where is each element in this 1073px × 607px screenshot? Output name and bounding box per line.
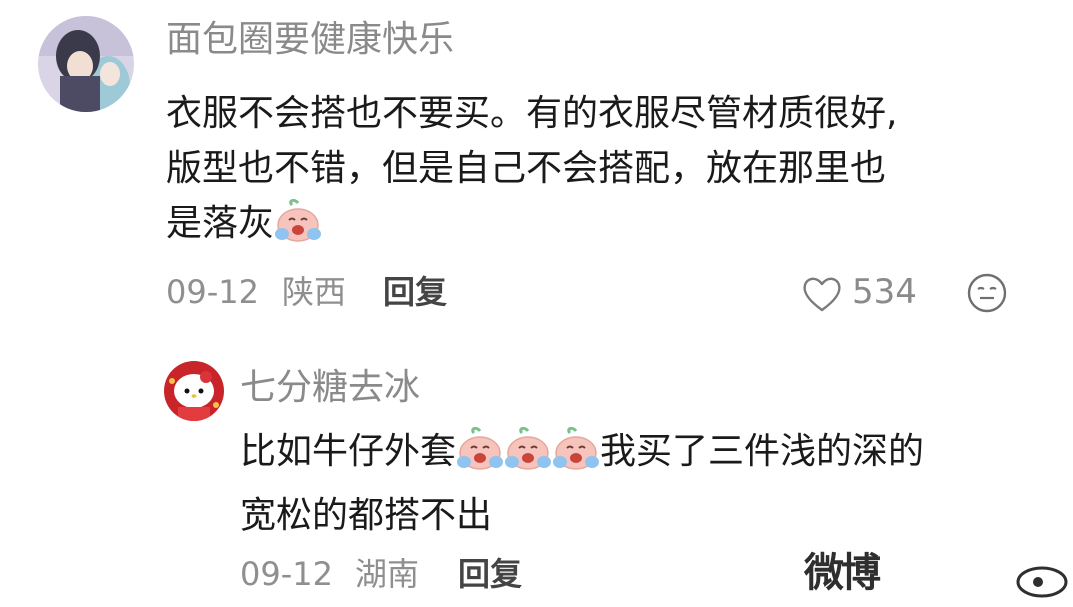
reply-date: 09-12 <box>240 555 333 593</box>
comment-text-last: 是落灰 <box>166 203 275 244</box>
like-count: 534 <box>852 272 917 312</box>
crying-peach-emoji-icon <box>504 426 552 488</box>
crying-peach-emoji-icon <box>456 426 504 488</box>
comment-text-line: 衣服不会搭也不要买。有的衣服尽管材质很好, <box>166 93 898 134</box>
weibo-logo-icon <box>1014 558 1070 602</box>
emoji-reaction-button[interactable] <box>966 272 1008 314</box>
reply-username[interactable]: 七分糖去冰 <box>240 366 420 410</box>
watermark-text: 微博 <box>804 550 881 596</box>
reply-button[interactable]: 回复 <box>383 270 447 314</box>
like-button[interactable]: 534 <box>800 270 930 314</box>
reply-reply-button[interactable]: 回复 <box>458 552 522 596</box>
reply-location: 湖南 <box>355 555 420 593</box>
watermark: 微博 <box>804 548 1073 607</box>
reply-text: 比如牛仔外套 我买了三件浅的深的 宽松的都搭不出 <box>240 424 1040 544</box>
comment-text-line: 版型也不错，但是自己不会搭配，放在那里也 <box>166 148 887 189</box>
reply-avatar[interactable] <box>164 361 224 421</box>
comment-date: 09-12 <box>166 273 259 311</box>
crying-peach-emoji-icon <box>274 198 322 259</box>
comment-location: 陕西 <box>282 273 347 311</box>
reply-text-part: 比如牛仔外套 <box>240 431 457 472</box>
reply-text-line: 比如牛仔外套 我买了三件浅的深的 <box>240 424 1040 488</box>
heart-icon <box>800 274 844 318</box>
crying-peach-emoji-icon <box>552 426 600 488</box>
avatar[interactable] <box>38 16 134 112</box>
reply-text-line: 宽松的都搭不出 <box>240 495 493 536</box>
comment-text-line: 是落灰 <box>166 196 1036 259</box>
face-icon <box>967 273 1007 313</box>
comment-text: 衣服不会搭也不要买。有的衣服尽管材质很好, 版型也不错，但是自己不会搭配，放在那… <box>166 86 1036 259</box>
reply-text-part: 我买了三件浅的深的 <box>600 431 925 472</box>
comment-username[interactable]: 面包圈要健康快乐 <box>166 18 454 62</box>
